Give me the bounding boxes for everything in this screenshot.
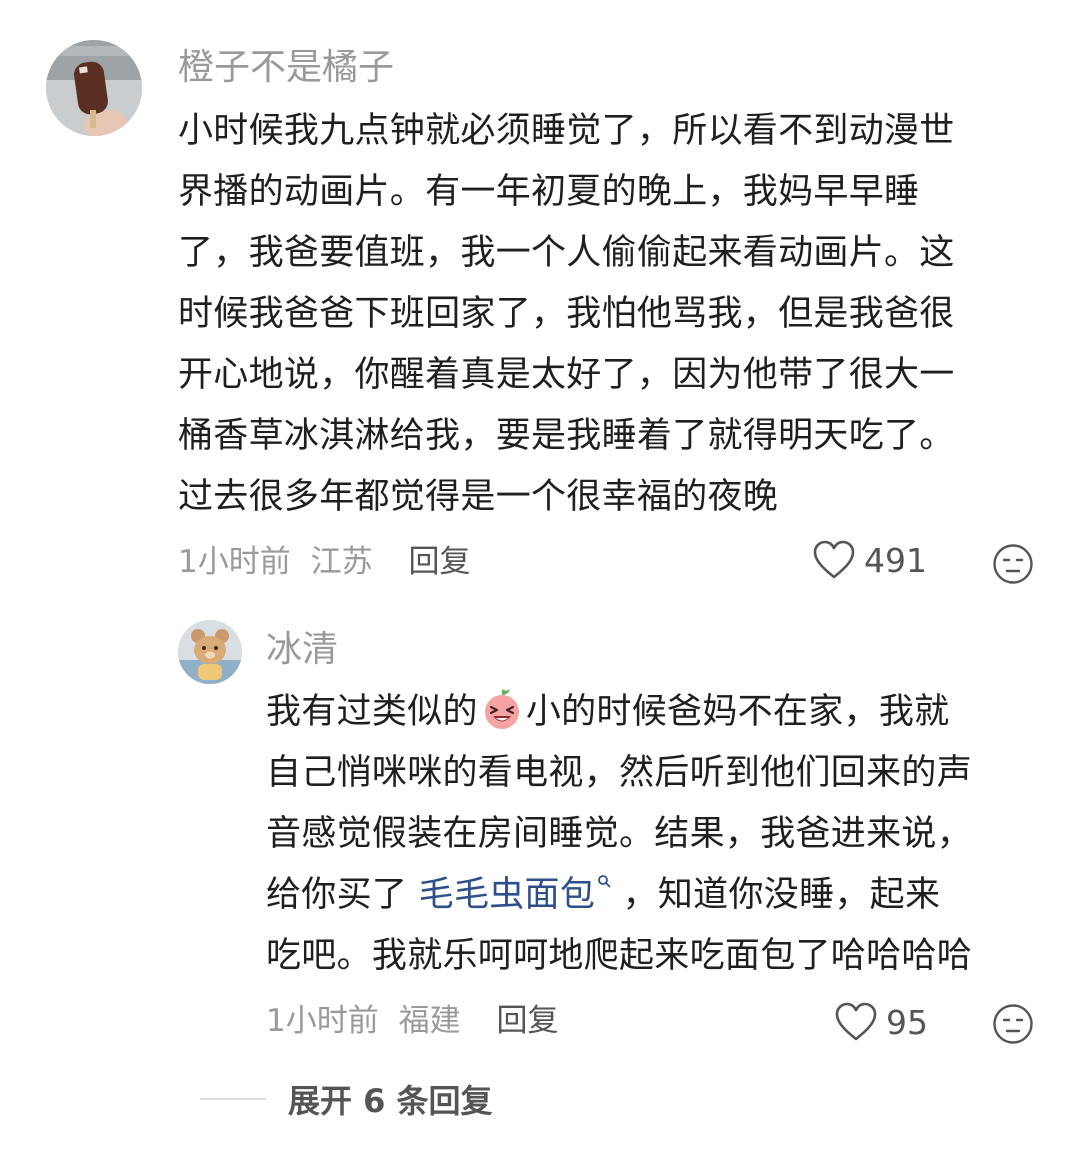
username[interactable]: 橙子不是橘子 [178,46,394,90]
ice-cream-bar-photo [46,40,142,136]
username[interactable]: 冰清 [266,628,338,672]
comment-meta: 1小时前 江苏 回复 [178,542,470,582]
location: 福建 [398,1003,461,1039]
search-icon [598,875,611,888]
comment-text-line: 桶香草冰淇淋给我，要是我睡着了就得明天吃了。 [178,416,955,456]
comment-text-line: 时候我爸爸下班回家了，我怕他骂我，但是我爸很 [178,294,955,334]
laughing-peach-emoji [484,689,519,729]
cartoon-bear-photo [178,620,242,684]
location: 江苏 [310,544,373,580]
expand-replies-label[interactable]: 展开 6 条回复 [288,1076,493,1122]
reply-text-segment: ，知道你没睡，起来 [611,875,941,915]
reply-text-line: 吃吧。我就乐呵呵地爬起来吃面包了哈哈哈哈 [266,936,973,976]
reply-meta: 1小时前 福建 回复 [266,1001,558,1041]
reply-text-line: 自己悄咪咪的看电视，然后听到他们回来的声 [266,753,973,793]
reply-text-segment: 小的时候爸妈不在家，我就 [525,692,950,732]
like-count: 95 [886,1002,928,1042]
comment-text: 小时候我九点钟就必须睡觉了，所以看不到动漫世 界播的动画片。有一年初夏的晚上，我… [178,101,955,528]
reply-text-segment: 我有过类似的 [266,692,478,732]
reply-text-segment: 给你买了 [266,875,419,915]
timestamp: 1小时前 [266,1003,379,1039]
like-button[interactable]: 95 [834,1002,928,1042]
timestamp: 1小时前 [178,544,291,580]
expand-replies[interactable]: 展开 6 条回复 [200,1076,493,1122]
avatar[interactable] [46,40,142,136]
search-link[interactable]: 毛毛虫面包 [419,875,596,915]
avatar[interactable] [178,620,242,684]
reply-button[interactable]: 回复 [408,544,470,580]
heart-icon [835,1002,877,1041]
like-button[interactable]: 491 [812,540,927,580]
comment-text-line: 小时候我九点钟就必须睡觉了，所以看不到动漫世 [178,111,955,151]
comment-text-line: 了，我爸要值班，我一个人偷偷起来看动画片。这 [178,233,955,273]
reply-text-line: 给你买了 毛毛虫面包 ，知道你没睡，起来 [266,865,972,926]
comment-text-line: 过去很多年都觉得是一个很幸福的夜晚 [178,477,779,517]
divider [200,1098,266,1100]
like-count: 491 [864,540,927,580]
heart-icon [813,540,855,579]
reply-button[interactable]: 回复 [496,1003,558,1039]
comment-text-line: 开心地说，你醒着真是太好了，因为他带了很大一 [178,355,955,395]
reply-text: 我有过类似的 小的时候爸妈不在家，我就 自己悄咪咪的看电视，然后听到他们回来的声… [266,682,972,987]
dislike-face-icon[interactable] [992,1003,1034,1045]
reply-text-line: 我有过类似的 小的时候爸妈不在家，我就 [266,682,972,743]
comment-text-line: 界播的动画片。有一年初夏的晚上，我妈早早睡 [178,172,920,212]
dislike-face-icon[interactable] [992,543,1034,585]
reply-text-line: 音感觉假装在房间睡觉。结果，我爸进来说， [266,814,973,854]
